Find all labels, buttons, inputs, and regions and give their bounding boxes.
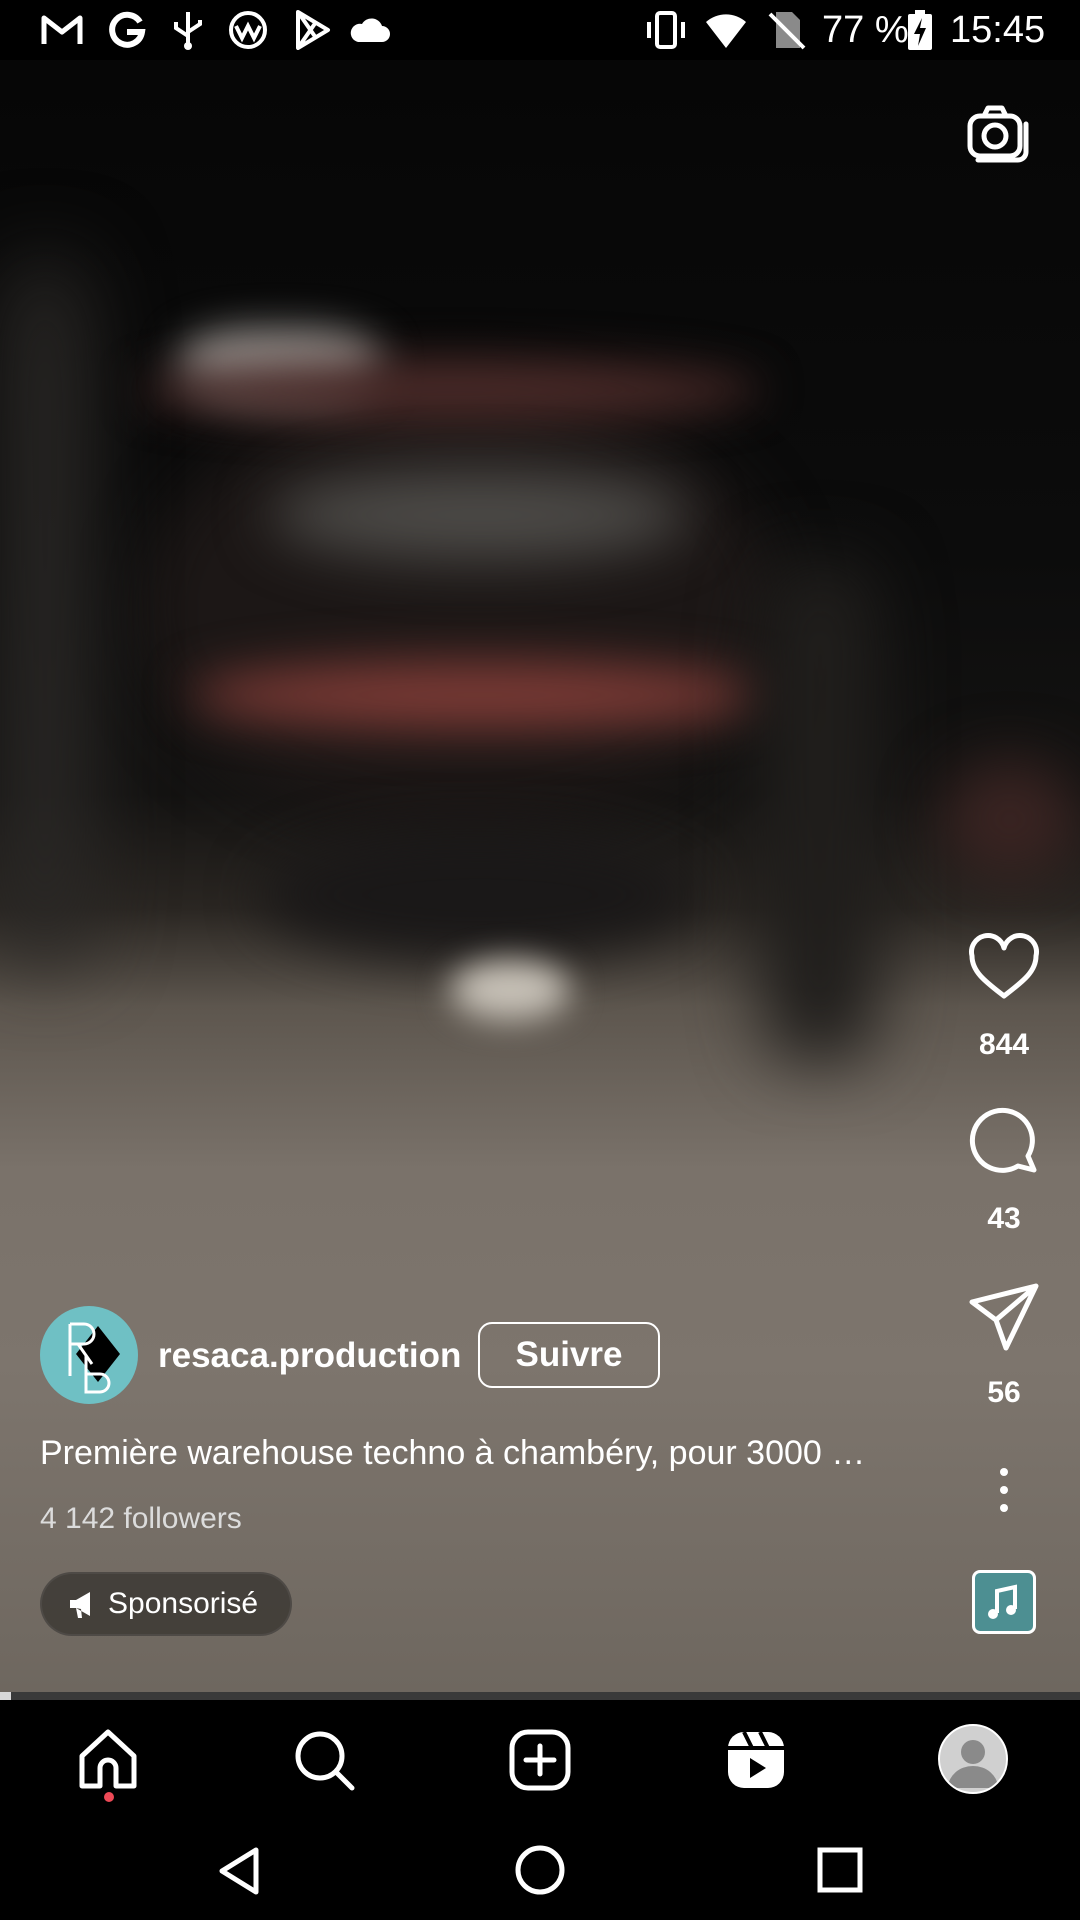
system-navigation-bar — [0, 1820, 1080, 1920]
account-avatar[interactable] — [40, 1306, 138, 1404]
reels-icon[interactable] — [722, 1726, 790, 1794]
battery-percentage: 77 % — [822, 9, 909, 51]
video-progress-bar[interactable] — [0, 1692, 1080, 1700]
gmail-icon — [41, 15, 83, 44]
rb-logo-icon — [68, 1322, 120, 1394]
search-icon[interactable] — [290, 1726, 358, 1794]
megaphone-icon — [70, 1592, 90, 1618]
like-count: 844 — [978, 1028, 1030, 1061]
create-icon[interactable] — [506, 1726, 574, 1794]
status-bar: 77 % 15:45 — [0, 0, 1080, 60]
share-count: 56 — [987, 1376, 1021, 1409]
music-note-icon — [988, 1584, 1017, 1619]
clock: 15:45 — [950, 9, 1046, 51]
sponsored-label: Sponsorisé — [108, 1587, 259, 1620]
back-icon[interactable] — [216, 1846, 264, 1896]
sponsored-badge[interactable]: Sponsorisé — [40, 1572, 292, 1636]
audio-thumbnail[interactable] — [972, 1570, 1036, 1634]
like-icon[interactable] — [966, 930, 1042, 1006]
camera-icon[interactable] — [966, 102, 1030, 166]
video-progress-fill — [0, 1692, 11, 1700]
home-circle-icon[interactable] — [514, 1844, 566, 1896]
google-icon — [109, 11, 146, 48]
usb-icon — [174, 12, 202, 50]
profile-avatar[interactable] — [938, 1724, 1008, 1794]
vibrate-icon — [647, 11, 685, 49]
reel-caption[interactable]: Première warehouse techno à chambéry, po… — [40, 1434, 920, 1473]
no-sim-icon — [768, 12, 806, 50]
comment-count: 43 — [987, 1202, 1021, 1235]
comment-icon[interactable] — [966, 1106, 1042, 1182]
home-notification-dot — [104, 1792, 114, 1802]
follower-count: 4 142 followers — [40, 1502, 242, 1535]
more-options-icon[interactable] — [990, 1466, 1018, 1514]
account-username[interactable]: resaca.production — [158, 1336, 461, 1376]
profile-icon — [948, 1740, 998, 1788]
home-icon[interactable] — [74, 1726, 142, 1794]
follow-button[interactable]: Suivre — [478, 1322, 660, 1388]
battery-charging-icon — [908, 10, 932, 50]
bottom-tab-bar — [0, 1700, 1080, 1820]
play-store-icon — [296, 10, 330, 50]
recents-icon[interactable] — [816, 1846, 864, 1894]
share-icon[interactable] — [966, 1280, 1042, 1356]
app-icon — [229, 11, 267, 49]
wifi-icon — [706, 14, 746, 48]
cloud-icon — [350, 18, 390, 42]
